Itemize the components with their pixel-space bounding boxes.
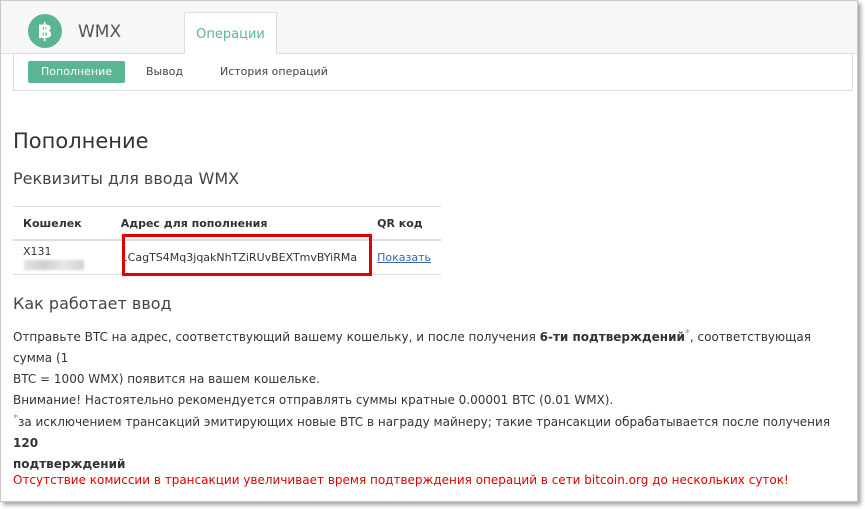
qr-show-link[interactable]: Показать xyxy=(377,251,431,264)
sub-navigation: Пополнение Вывод История операций xyxy=(13,54,853,91)
warning-text: Отсутствие комиссии в трансакции увеличи… xyxy=(13,473,789,487)
col-header-qr: QR код xyxy=(367,206,441,241)
page-title: Пополнение xyxy=(13,129,149,153)
col-header-wallet: Кошелек xyxy=(13,206,111,241)
subnav-deposit[interactable]: Пополнение xyxy=(28,61,126,83)
footnote: *за исключением трансакций эмитирующих н… xyxy=(13,413,831,471)
wallet-cell: X131 xyxy=(13,240,111,275)
wallet-redacted xyxy=(24,259,84,270)
wallet-id: X131 xyxy=(23,244,52,258)
app-title: WMX xyxy=(78,22,122,42)
bitcoin-logo-icon: ฿ xyxy=(28,14,62,48)
requisites-heading: Реквизиты для ввода WMX xyxy=(13,169,240,188)
how-paragraph: Отправьте BTC на адрес, соответствующий … xyxy=(13,328,811,407)
tab-operations[interactable]: Операции xyxy=(184,12,277,55)
address-highlight-box xyxy=(122,234,372,276)
browser-page: ฿ WMX Операции Пополнение Вывод История … xyxy=(0,0,858,502)
subnav-history[interactable]: История операций xyxy=(207,61,341,83)
how-it-works-heading: Как работает ввод xyxy=(13,294,172,313)
subnav-withdraw[interactable]: Вывод xyxy=(133,61,196,83)
top-bar xyxy=(1,1,857,54)
